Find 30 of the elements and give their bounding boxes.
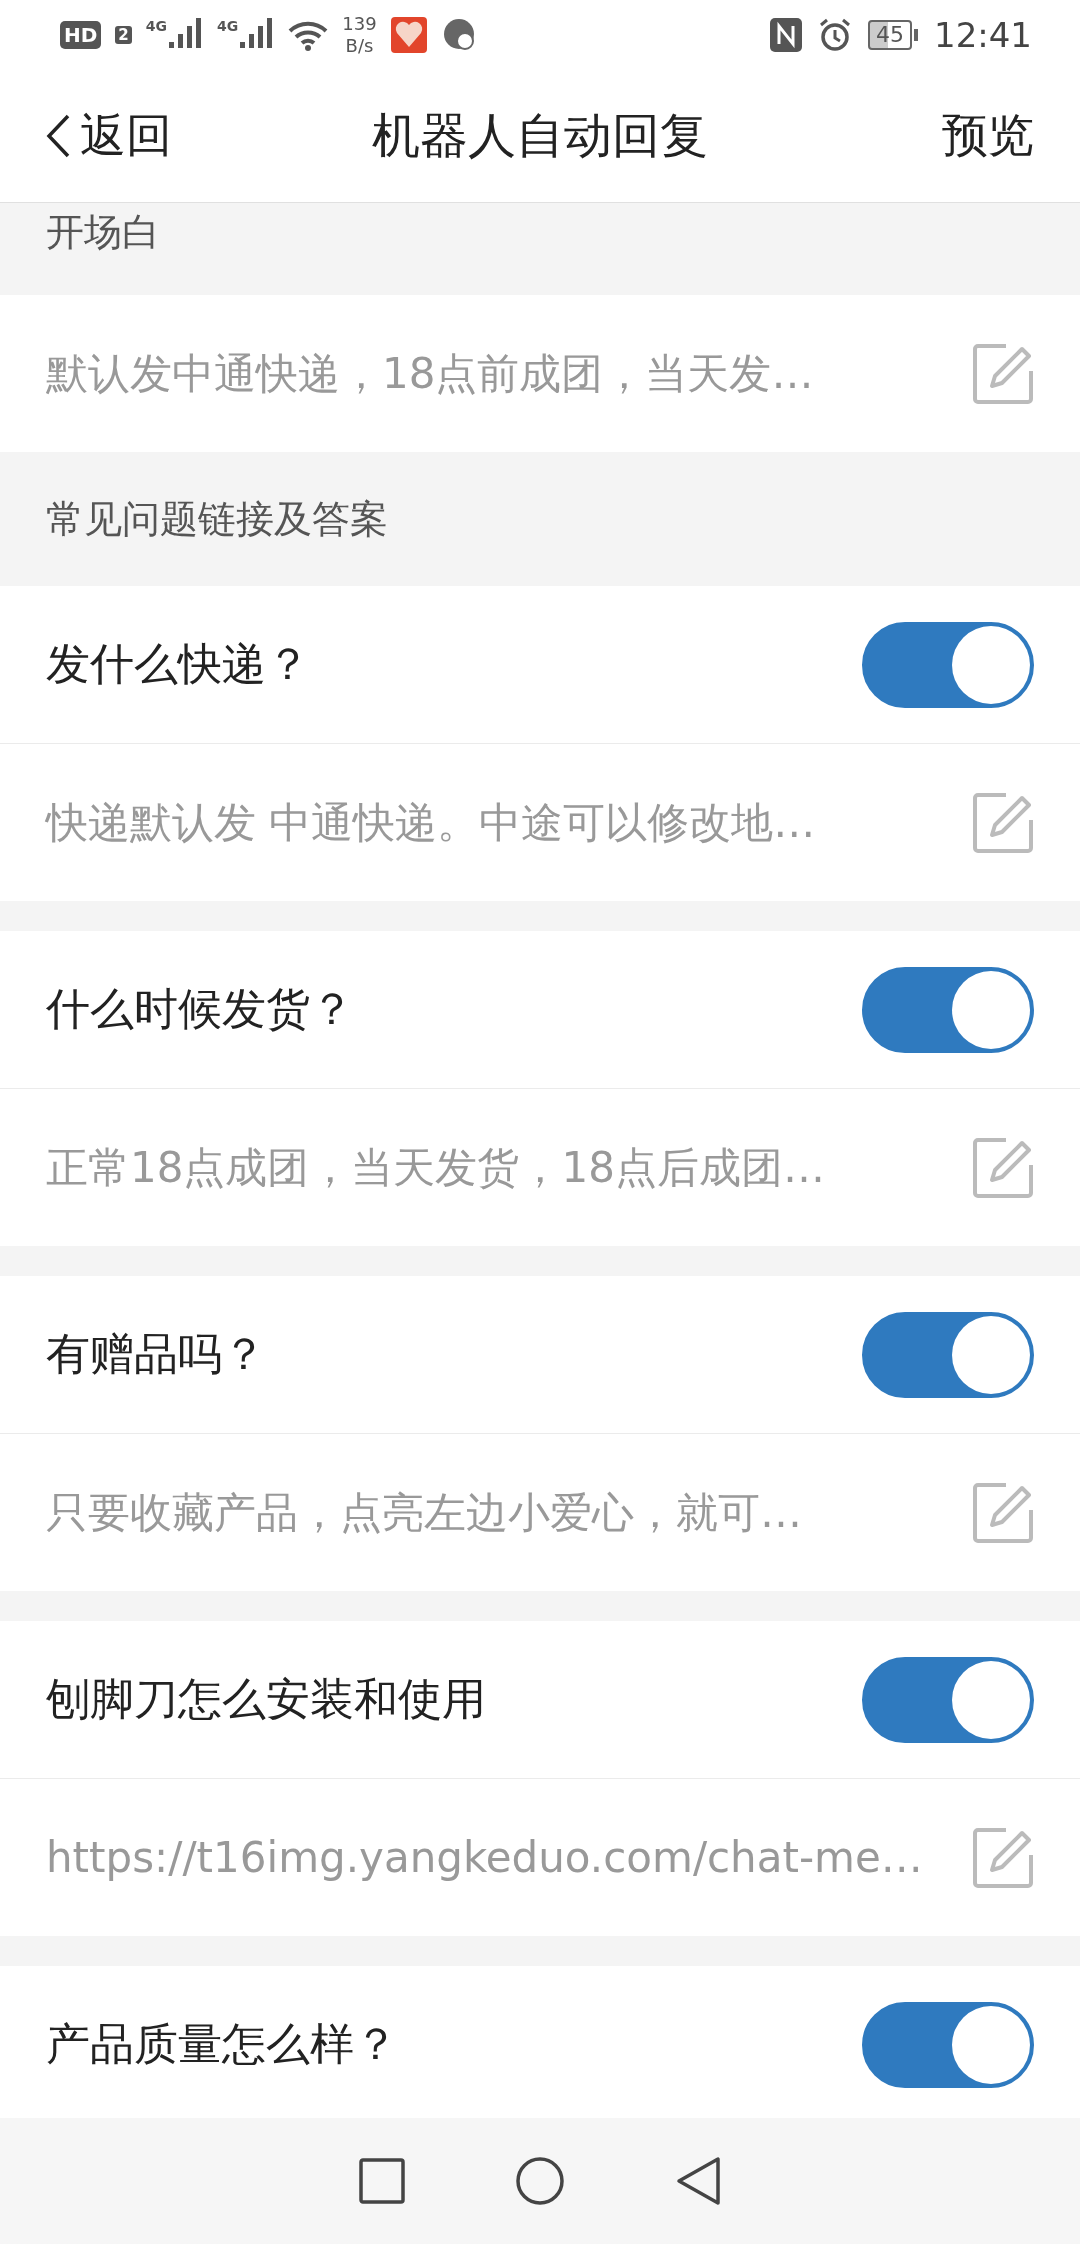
app-icon: [390, 17, 427, 53]
greeting-text: 默认发中通快递，18点前成团，当天发…: [46, 347, 814, 400]
speed-value: 139: [342, 13, 377, 35]
back-nav-icon[interactable]: [675, 2156, 721, 2206]
nfc-icon: [770, 18, 802, 52]
question-text: 什么时候发货？: [46, 982, 354, 1036]
answer-text: 快递默认发 中通快递。中途可以修改地…: [46, 796, 816, 849]
question-text: 发什么快递？: [46, 637, 310, 691]
page-title: 机器人自动回复: [372, 107, 708, 163]
wifi-icon: [288, 19, 329, 51]
answer-text: 只要收藏产品，点亮左边小爱心，就可…: [46, 1486, 802, 1539]
back-button[interactable]: 返回: [46, 105, 172, 167]
home-nav-icon[interactable]: [515, 2156, 565, 2206]
preview-button[interactable]: 预览: [942, 105, 1034, 167]
section-header: 常见问题链接及答案: [46, 495, 388, 543]
question-text: 有赠品吗？: [46, 1327, 266, 1381]
answer-text: 正常18点成团，当天发货，18点后成团…: [46, 1141, 825, 1194]
square-nav-icon[interactable]: [359, 2158, 405, 2204]
hd-badge: HD: [60, 21, 102, 49]
clock: 12:41: [934, 15, 1032, 55]
section-header: 开场白: [46, 209, 160, 256]
network-label: 4G: [145, 18, 167, 34]
answer-text: https://t16img.yangkeduo.com/chat-me…: [46, 1833, 923, 1882]
back-chevron-icon: [46, 114, 70, 158]
question-text: 产品质量怎么样？: [46, 2017, 398, 2071]
sim-badge: 2: [115, 26, 132, 44]
question-text: 刨脚刀怎么安装和使用: [46, 1672, 486, 1726]
network-label: 4G: [217, 18, 239, 34]
alarm-icon: [818, 18, 852, 52]
speed-unit: B/s: [345, 35, 374, 57]
